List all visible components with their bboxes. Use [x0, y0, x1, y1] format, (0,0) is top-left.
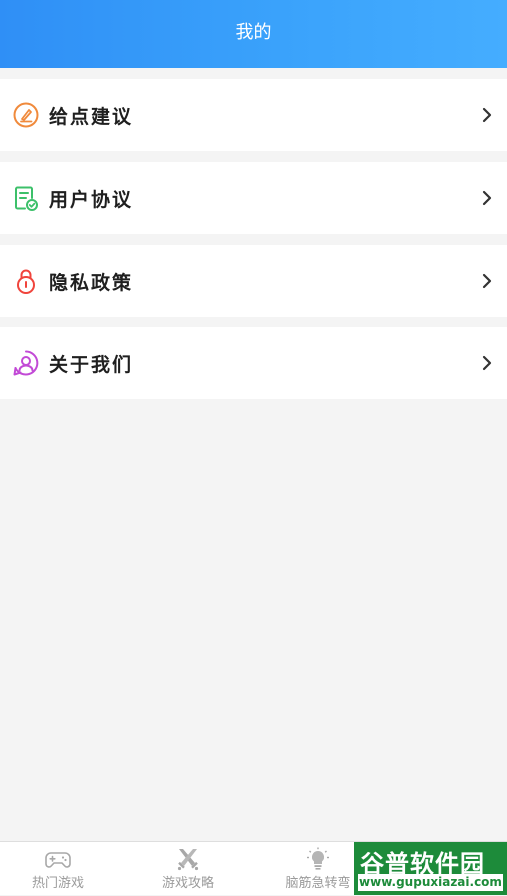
crossed-swords-icon: [177, 849, 199, 871]
chevron-right-icon: [482, 107, 492, 123]
tab-label: 热门游戏: [31, 876, 84, 891]
menu-item-feedback[interactable]: 给点建议: [0, 79, 507, 151]
tab-label: 游戏攻略: [161, 876, 214, 891]
menu-item-privacy-policy[interactable]: 隐私政策: [0, 245, 507, 317]
chevron-right-icon: [482, 273, 492, 289]
tab-game-guides[interactable]: 游戏攻略: [128, 842, 248, 896]
site-watermark: 谷普软件园 www.gupuxiazai.com: [354, 842, 507, 895]
tab-hot-games[interactable]: 热门游戏: [0, 842, 118, 896]
chevron-right-icon: [482, 190, 492, 206]
menu-item-label: 隐私政策: [49, 271, 134, 294]
app-header: 我的: [0, 0, 507, 68]
tab-label: 脑筋急转弯: [285, 876, 351, 891]
watermark-url: www.gupuxiazai.com: [358, 874, 503, 891]
menu-item-user-agreement[interactable]: 用户协议: [0, 162, 507, 234]
lock-icon: [17, 269, 35, 294]
menu-item-label: 用户协议: [49, 188, 134, 211]
menu-item-label: 给点建议: [49, 105, 134, 128]
menu-item-about-us[interactable]: 关于我们: [0, 327, 507, 399]
page-title: 我的: [235, 22, 272, 43]
menu-item-label: 关于我们: [49, 353, 134, 376]
lightbulb-icon: [307, 847, 329, 870]
document-check-icon: [15, 186, 38, 211]
chevron-right-icon: [482, 355, 492, 371]
edit-icon: [13, 102, 39, 128]
about-user-icon: [13, 350, 39, 376]
gamepad-icon: [45, 852, 71, 868]
